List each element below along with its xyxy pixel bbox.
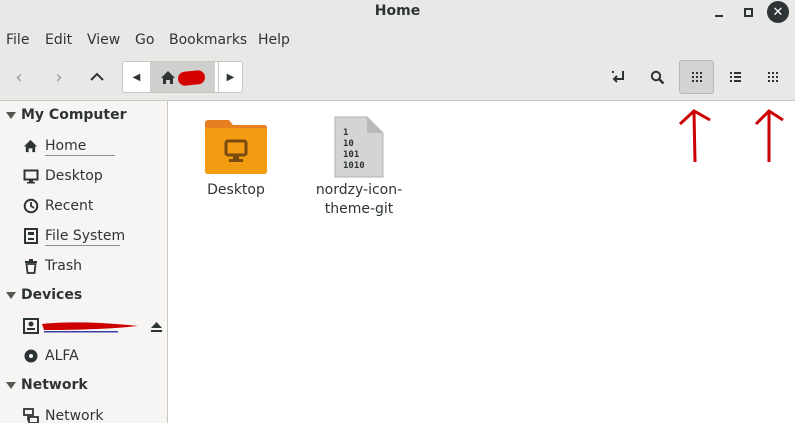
sidebar-item-network[interactable]: Network bbox=[22, 404, 103, 423]
section-title: My Computer bbox=[21, 107, 127, 123]
menu-bookmarks[interactable]: Bookmarks bbox=[169, 32, 247, 48]
clock-icon bbox=[22, 198, 39, 215]
menu-go[interactable]: Go bbox=[135, 32, 154, 48]
up-button[interactable] bbox=[86, 64, 108, 90]
sidebar-item-label: File System bbox=[45, 228, 126, 244]
expander-icon bbox=[6, 111, 16, 119]
trash-icon bbox=[22, 258, 39, 275]
maximize-icon bbox=[743, 7, 753, 17]
chevron-right-icon: › bbox=[55, 66, 63, 88]
list-icon bbox=[729, 72, 741, 82]
menu-view[interactable]: View bbox=[87, 32, 120, 48]
disc-icon bbox=[22, 348, 39, 365]
toolbar: ‹ › ◀ ▶ bbox=[0, 56, 795, 101]
home-icon bbox=[161, 70, 175, 84]
list-view-button[interactable] bbox=[724, 66, 746, 88]
binary-line: 1010 bbox=[343, 161, 365, 171]
sidebar-item-recent[interactable]: Recent bbox=[22, 194, 93, 218]
section-my-computer[interactable]: My Computer bbox=[6, 107, 127, 123]
folder-desktop-icon bbox=[205, 120, 267, 174]
redacted-mark bbox=[42, 322, 138, 333]
binary-file-icon: 1 10 101 1010 bbox=[334, 116, 384, 178]
grid-icon bbox=[691, 72, 702, 82]
title-bar: Home ✕ bbox=[0, 0, 795, 24]
expander-icon bbox=[6, 291, 16, 299]
binary-line: 101 bbox=[343, 150, 359, 160]
compact-view-button[interactable] bbox=[762, 66, 784, 88]
search-icon bbox=[650, 70, 664, 84]
triangle-left-icon: ◀ bbox=[132, 71, 141, 83]
triangle-right-icon: ▶ bbox=[226, 71, 235, 83]
drive-icon bbox=[22, 228, 39, 245]
file-name-line: nordzy-icon- bbox=[315, 182, 403, 198]
minimize-icon bbox=[715, 15, 723, 17]
annotation-arrow-icon bbox=[678, 109, 711, 163]
return-arrow-icon bbox=[612, 71, 624, 83]
sidebar-item-label: Recent bbox=[45, 198, 94, 214]
maximize-button[interactable] bbox=[738, 2, 758, 22]
binary-line: 10 bbox=[343, 139, 354, 149]
file-item-nordzy-icon-theme-git[interactable]: 1 10 101 1010 nordzy-icon- theme-git bbox=[309, 115, 409, 219]
file-name: nordzy-icon- theme-git bbox=[316, 181, 402, 219]
close-button[interactable]: ✕ bbox=[767, 1, 789, 23]
network-icon bbox=[22, 408, 39, 423]
sidebar-item-label: Desktop bbox=[45, 168, 103, 184]
menu-bar: File Edit View Go Bookmarks Help bbox=[0, 24, 795, 56]
sidebar-item-trash[interactable]: Trash bbox=[22, 254, 82, 278]
compact-grid-icon bbox=[768, 72, 778, 82]
sidebar-item-label: Home bbox=[45, 138, 87, 154]
binary-line: 1 bbox=[343, 128, 348, 138]
sidebar-item-label: ALFA bbox=[45, 348, 79, 364]
annotation-arrow-icon bbox=[754, 109, 784, 162]
eject-button[interactable] bbox=[148, 319, 164, 335]
menu-help[interactable]: Help bbox=[258, 32, 290, 48]
menu-edit[interactable]: Edit bbox=[45, 32, 72, 48]
minimize-button[interactable] bbox=[709, 2, 729, 22]
sidebar-item-label: Network bbox=[45, 408, 104, 423]
section-title: Devices bbox=[21, 287, 83, 303]
section-network[interactable]: Network bbox=[6, 377, 88, 393]
window-title: Home bbox=[374, 3, 421, 19]
desktop-icon bbox=[22, 168, 39, 185]
expander-icon bbox=[6, 381, 16, 389]
back-button[interactable]: ‹ bbox=[8, 64, 30, 90]
usage-bar bbox=[45, 245, 120, 246]
search-button[interactable] bbox=[646, 66, 668, 88]
path-bar: ◀ ▶ bbox=[122, 61, 243, 93]
forward-button[interactable]: › bbox=[48, 64, 70, 90]
eject-icon bbox=[150, 322, 162, 332]
menu-file[interactable]: File bbox=[6, 32, 29, 48]
section-devices[interactable]: Devices bbox=[6, 287, 82, 303]
chevron-up-icon bbox=[90, 72, 104, 81]
sidebar: My Computer Home Desktop Recent File Sys… bbox=[0, 101, 168, 423]
icon-view-button[interactable] bbox=[679, 60, 714, 94]
path-scroll-left-button[interactable]: ◀ bbox=[123, 62, 150, 92]
sidebar-item-desktop[interactable]: Desktop bbox=[22, 164, 103, 188]
sidebar-item-label: Trash bbox=[45, 258, 82, 274]
drive-icon bbox=[22, 318, 39, 335]
sidebar-item-alfa[interactable]: ALFA bbox=[22, 344, 79, 368]
file-item-desktop[interactable]: Desktop bbox=[197, 117, 275, 200]
close-icon: ✕ bbox=[772, 4, 784, 20]
home-icon bbox=[22, 138, 39, 155]
path-scroll-right-button[interactable]: ▶ bbox=[218, 62, 242, 92]
chevron-left-icon: ‹ bbox=[15, 66, 23, 88]
file-name-line: theme-git bbox=[324, 201, 394, 217]
file-name: Desktop bbox=[207, 182, 265, 198]
section-title: Network bbox=[21, 377, 88, 393]
open-location-button[interactable] bbox=[608, 66, 630, 88]
usage-bar bbox=[45, 155, 115, 156]
